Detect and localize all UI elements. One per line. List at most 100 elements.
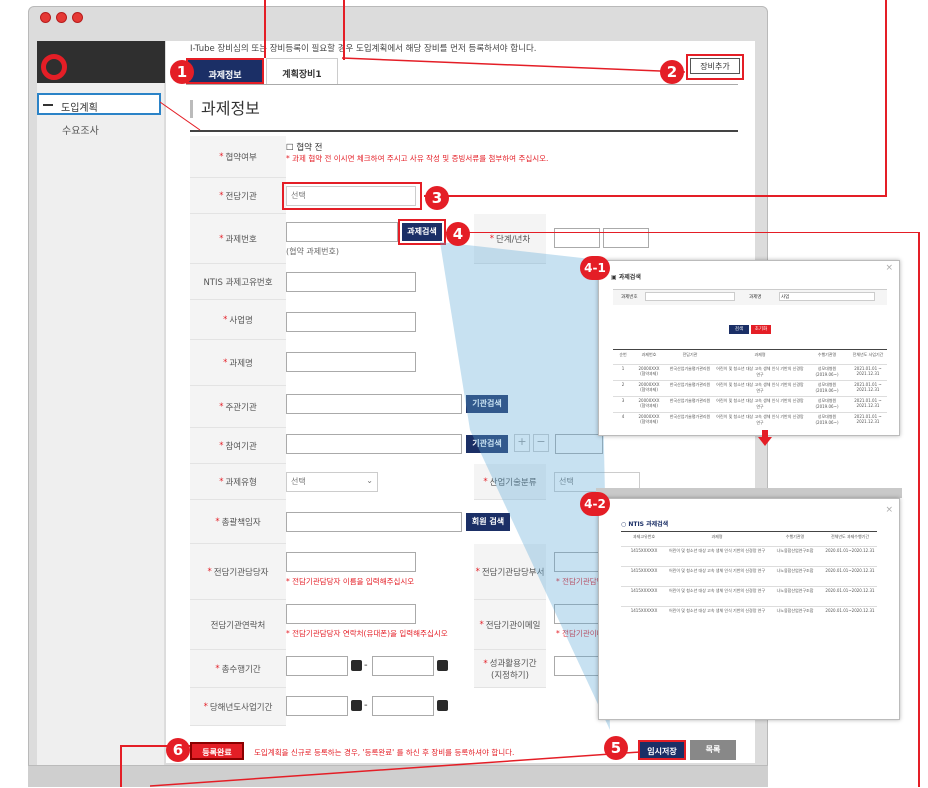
- table-header: 전체년도 사업기간: [852, 352, 884, 357]
- table-cell: 어린이 및 청소년 대상 고속 생체 인식 기반의 신경망 연구: [668, 608, 766, 613]
- table-cell: 어린이 및 청소년 대상 고속 생체 인식 기반의 신경망 연구: [668, 588, 766, 593]
- period-start-input[interactable]: [286, 656, 348, 676]
- table-cell: 한국산업기술평가관리원: [669, 382, 711, 387]
- sidebar-item-plan[interactable]: 도입계획: [37, 93, 161, 115]
- partner-input[interactable]: [286, 434, 462, 454]
- agency-person-input[interactable]: [286, 552, 416, 572]
- table-header: 과제번호: [641, 352, 657, 357]
- task-no-input[interactable]: [286, 222, 398, 242]
- maximize-icon[interactable]: [72, 12, 83, 23]
- period-end-input[interactable]: [372, 656, 434, 676]
- minimize-icon[interactable]: [56, 12, 67, 23]
- agreement-checkbox[interactable]: ☐ 협약 전: [286, 141, 323, 153]
- reset-button[interactable]: 초기화: [751, 325, 771, 334]
- host-input[interactable]: [286, 394, 462, 414]
- project-input[interactable]: [286, 312, 416, 332]
- agreement-note: * 과제 협약 전 이시면 체크하여 주시고 사유 작성 및 증빙서류를 첨부하…: [286, 154, 549, 163]
- table-row[interactable]: [621, 586, 877, 587]
- label-task-type: * 과제유형: [190, 464, 286, 500]
- ntis-input[interactable]: [286, 272, 416, 292]
- callout-line: [160, 101, 201, 131]
- manager-input[interactable]: [286, 512, 462, 532]
- sidebar-item-label: 수요조사: [62, 126, 99, 137]
- list-button[interactable]: 목록: [690, 740, 736, 760]
- callout-line: [343, 0, 345, 60]
- callout-line: [918, 232, 920, 787]
- calendar-icon[interactable]: [351, 660, 362, 671]
- task-name-field[interactable]: 사업: [779, 292, 875, 301]
- label-task-name: * 과제명: [190, 340, 286, 386]
- table-row[interactable]: [621, 606, 877, 607]
- label-host: * 주관기관: [190, 386, 286, 428]
- table-header: 전담기관: [682, 352, 698, 357]
- callout-line: [885, 0, 887, 196]
- table-cell: 1415XXXXXX: [630, 548, 658, 553]
- task-search-popup: ▣ 과제검색 × 과제번호 과제명 사업 검색 초기화 순번 과제번호 전담기관 과제…: [598, 260, 900, 436]
- step-badge: 1: [170, 60, 194, 84]
- ntis-search-popup: ○ NTIS 과제검색 × 과제고유번호 과제명 수행기관명 전체년도 과제수행기간 1…: [598, 498, 900, 720]
- dash: -: [364, 660, 368, 671]
- table-row[interactable]: [621, 566, 877, 567]
- table-cell: 1: [621, 366, 625, 371]
- year-end-input[interactable]: [372, 696, 434, 716]
- step-badge: 6: [166, 738, 190, 762]
- table-cell: 2020.01.01~2020.12.31: [825, 608, 875, 613]
- label-ntis: NTIS 과제고유번호: [190, 264, 286, 300]
- calendar-icon[interactable]: [351, 700, 362, 711]
- field-label: 과제명: [749, 295, 762, 300]
- tab-task-info[interactable]: 과제정보: [186, 58, 264, 84]
- table-cell: 한국산업기술평가관리원: [669, 398, 711, 403]
- task-no-field[interactable]: [645, 292, 735, 301]
- table-cell: 어린이 및 청소년 대상 고속 생체 인식 기반의 신경망 연구: [716, 398, 805, 409]
- task-name-input[interactable]: [286, 352, 416, 372]
- search-button[interactable]: 검색: [729, 325, 749, 334]
- label-agency: * 전담기관: [190, 178, 286, 214]
- label-partner: * 참여기관: [190, 428, 286, 464]
- close-icon[interactable]: ×: [885, 263, 893, 273]
- table-cell: 2020.01.01~2020.12.31: [825, 548, 875, 553]
- table-header: 과제명: [711, 534, 723, 539]
- divider: [190, 130, 738, 132]
- highlight-box: [282, 182, 422, 210]
- table-cell: 한국산업기술평가관리원: [669, 414, 711, 419]
- table-row[interactable]: [613, 364, 887, 365]
- tab-plan-equipment[interactable]: 계획장비1: [266, 58, 338, 84]
- popup-title: ▣ 과제검색: [611, 274, 641, 281]
- step-badge: 4-2: [580, 492, 610, 516]
- tab-label: 과제정보: [208, 71, 242, 81]
- table-cell: 성모대병원 (2019.06~): [815, 382, 839, 393]
- table-cell: 1415XXXXXX: [630, 608, 658, 613]
- table-row[interactable]: [613, 396, 887, 397]
- label-period: * 총수행기간: [190, 650, 286, 688]
- sidebar-item-demand[interactable]: 수요조사: [62, 122, 99, 137]
- arrow-down-icon: [758, 437, 772, 446]
- label-agency-contact: 전담기관연락처: [190, 600, 286, 650]
- ntis-result-table: 과제고유번호 과제명 수행기관명 전체년도 과제수행기간 1415XXXXXX 어린이 및…: [621, 532, 877, 632]
- table-cell: 어린이 및 청소년 대상 고속 생체 인식 기반의 신경망 연구: [668, 568, 766, 573]
- label-manager: * 총괄책임자: [190, 500, 286, 544]
- agency-contact-input[interactable]: [286, 604, 416, 624]
- table-header: 수행기관명: [817, 352, 837, 357]
- table-cell: 어린이 및 청소년 대상 고속 생체 인식 기반의 신경망 연구: [668, 548, 766, 553]
- year-start-input[interactable]: [286, 696, 348, 716]
- task-type-select[interactable]: 선택 ⌄: [286, 472, 378, 492]
- close-icon[interactable]: ×: [885, 505, 893, 515]
- result-table: 순번 과제번호 전담기관 과제명 수행기관명 전체년도 사업기간 1 20000XXX (협약…: [613, 350, 887, 430]
- table-row[interactable]: [613, 412, 887, 413]
- table-row[interactable]: [621, 546, 877, 547]
- highlight-box: [398, 219, 446, 245]
- table-header: 과제명: [754, 352, 766, 357]
- table-cell: 성모대병원 (2019.06~): [815, 366, 839, 377]
- close-icon[interactable]: [40, 12, 51, 23]
- step-badge: 2: [660, 60, 684, 84]
- table-cell: 한국산업기술평가관리원: [669, 366, 711, 371]
- step-badge: 4: [446, 222, 470, 246]
- callout-line: [341, 57, 686, 73]
- sidebar: [37, 41, 165, 774]
- table-cell: 20000XXX (협약과제): [638, 382, 660, 392]
- table-cell: 2021.01.01 ~ 2021.12.31: [854, 366, 882, 376]
- table-header: 순번: [619, 352, 627, 357]
- table-row[interactable]: [613, 380, 887, 381]
- label-project: * 사업명: [190, 300, 286, 340]
- callout-line: [120, 745, 122, 787]
